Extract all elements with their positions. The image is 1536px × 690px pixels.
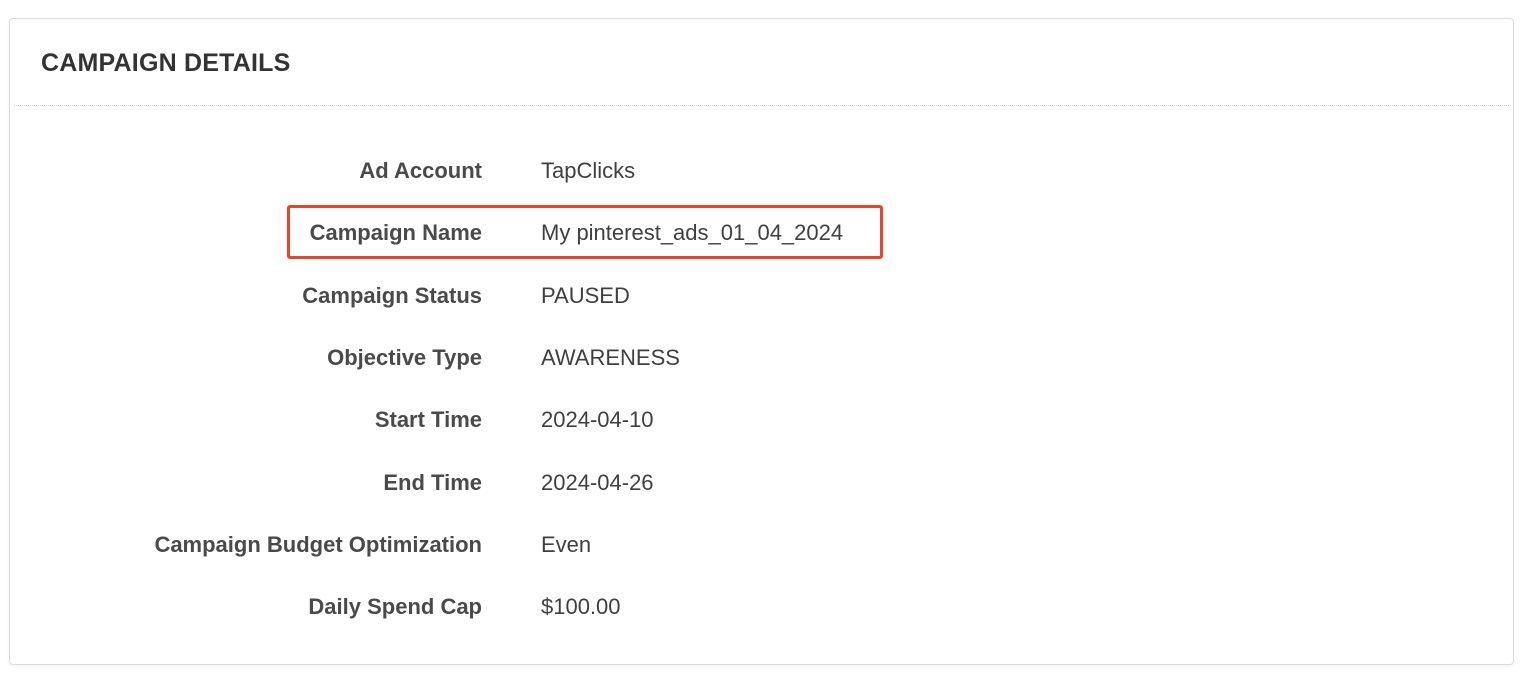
detail-value: TapClicks [541,158,636,183]
campaign-details-panel: CAMPAIGN DETAILS Ad Account TapClicks Ca… [9,18,1514,665]
detail-row-start-time: Start Time 2024-04-10 [10,399,1010,439]
detail-value: $100.00 [541,594,621,619]
detail-value: 2024-04-10 [541,407,654,432]
detail-value: PAUSED [541,283,630,308]
detail-value: 2024-04-26 [541,470,654,495]
highlight-box [287,205,883,259]
detail-label: End Time [383,470,482,495]
detail-label: Start Time [374,407,482,432]
detail-row-end-time: End Time 2024-04-26 [10,462,1010,502]
detail-label: Ad Account [359,158,482,183]
detail-row-objective-type: Objective Type AWARENESS [10,337,1010,377]
panel-title: CAMPAIGN DETAILS [41,49,291,77]
detail-row-campaign-budget-optimization: Campaign Budget Optimization Even [10,524,1010,564]
panel-header: CAMPAIGN DETAILS [14,19,1509,106]
detail-label: Daily Spend Cap [308,594,482,619]
detail-value: Even [541,532,592,557]
detail-row-daily-spend-cap: Daily Spend Cap $100.00 [10,586,1010,626]
detail-label: Campaign Status [302,283,482,308]
detail-row-campaign-status: Campaign Status PAUSED [10,275,1010,315]
detail-value: AWARENESS [541,345,680,370]
detail-row-ad-account: Ad Account TapClicks [10,150,1010,190]
detail-label: Campaign Budget Optimization [154,532,482,557]
detail-label: Objective Type [327,345,482,370]
